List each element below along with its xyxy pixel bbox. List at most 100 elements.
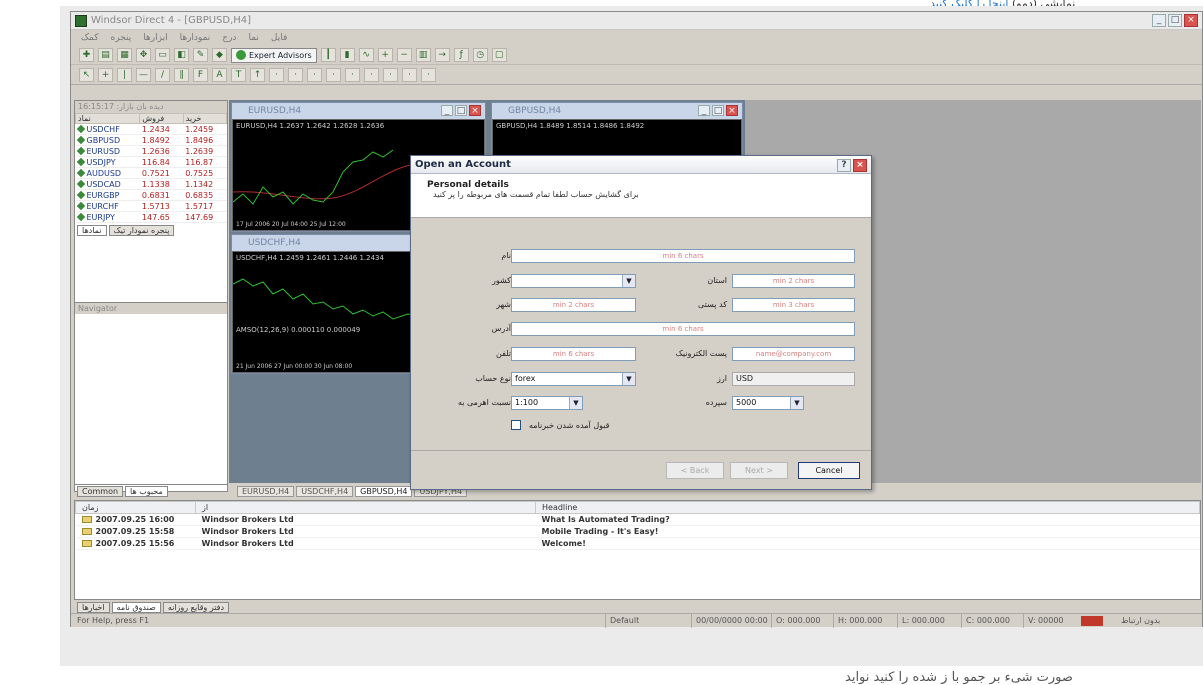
bar-chart-icon[interactable]: ┃	[320, 48, 336, 62]
table-row[interactable]: 2007.09.25 15:56 Windsor Brokers Ltd Welco…	[75, 537, 1200, 550]
crosshair-icon[interactable]: +	[98, 68, 113, 82]
tab-chart-usdchf[interactable]: USDCHF,H4	[296, 485, 354, 497]
templates-icon[interactable]: ▢	[491, 48, 507, 62]
zip-field[interactable]: min 3 chars	[732, 298, 855, 312]
mn-icon[interactable]: ·	[421, 68, 436, 82]
m1-icon[interactable]: ·	[269, 68, 284, 82]
leverage-select[interactable]: 1:100 ▼	[511, 396, 583, 410]
h1-icon[interactable]: ·	[345, 68, 360, 82]
tab-symbols[interactable]: نمادها	[77, 225, 107, 236]
table-row[interactable]: EURGBP 0.6831 0.6835	[75, 189, 227, 201]
close-icon[interactable]: ×	[726, 105, 738, 116]
indicators-icon[interactable]: ƒ	[453, 48, 469, 62]
close-icon[interactable]: ×	[853, 159, 867, 172]
minimize-icon[interactable]: _	[1152, 14, 1166, 27]
email-field[interactable]: name@company.com	[732, 347, 855, 361]
menu-window[interactable]: نما	[248, 31, 258, 45]
tester-icon[interactable]: ◧	[174, 48, 189, 62]
col-ask[interactable]: خرید	[182, 113, 228, 124]
text-tool-icon[interactable]: A	[212, 68, 227, 82]
close-icon[interactable]: ×	[1184, 14, 1198, 27]
table-row[interactable]: USDJPY 116.84 116.87	[75, 156, 227, 168]
table-row[interactable]: AUDUSD 0.7521 0.7525	[75, 167, 227, 179]
menu-insert[interactable]: ابزارها	[143, 31, 167, 45]
market-watch-icon[interactable]: ▦	[117, 48, 132, 62]
help-icon[interactable]: ?	[837, 159, 851, 172]
vertical-line-icon[interactable]: |	[117, 68, 132, 82]
phone-field[interactable]: min 6 chars	[511, 347, 636, 361]
autoscroll-icon[interactable]: →	[434, 48, 450, 62]
table-row[interactable]: 2007.09.25 16:00 Windsor Brokers Ltd What …	[75, 513, 1200, 526]
tab-chart-eurusd[interactable]: EURUSD,H4	[237, 485, 295, 497]
col-symbol[interactable]: نماد	[74, 113, 141, 124]
label-tool-icon[interactable]: T	[231, 68, 246, 82]
address-field[interactable]: min 6 chars	[511, 322, 855, 336]
back-button[interactable]: < Back	[666, 462, 724, 479]
table-row[interactable]: GBPUSD 1.8492 1.8496	[75, 134, 227, 146]
expert-advisors-button[interactable]: Expert Advisors	[231, 47, 317, 63]
trendline-icon[interactable]: /	[155, 68, 170, 82]
zoom-out-icon[interactable]: −	[396, 48, 412, 62]
tab-chart-gbpusd[interactable]: GBPUSD,H4	[355, 485, 413, 497]
minimize-icon[interactable]: _	[441, 105, 453, 116]
tab-common[interactable]: Common	[77, 486, 124, 497]
new-order-icon[interactable]: ✎	[193, 48, 208, 62]
fibonacci-icon[interactable]: F	[193, 68, 208, 82]
profiles-icon[interactable]: ▤	[98, 48, 113, 62]
table-row[interactable]: EURCHF 1.5713 1.5717	[75, 200, 227, 212]
maximize-icon[interactable]: □	[1168, 14, 1182, 27]
maximize-icon[interactable]: □	[712, 105, 724, 116]
col-bid[interactable]: فروش	[139, 113, 184, 124]
maximize-icon[interactable]: □	[455, 105, 467, 116]
d1-icon[interactable]: ·	[383, 68, 398, 82]
tab-journal[interactable]: دفتر وقایع روزانه	[162, 602, 230, 613]
arrows-icon[interactable]: ↑	[250, 68, 265, 82]
new-chart-icon[interactable]: ✚	[79, 48, 94, 62]
tile-icon[interactable]: ▥	[415, 48, 431, 62]
table-row[interactable]: 2007.09.25 15:58 Windsor Brokers Ltd Mobil…	[75, 525, 1200, 538]
col-from[interactable]: از	[195, 501, 536, 514]
h4-icon[interactable]: ·	[364, 68, 379, 82]
zoom-in-icon[interactable]: +	[377, 48, 393, 62]
country-select[interactable]: ▼	[511, 274, 636, 288]
deposit-select[interactable]: 5000 ▼	[732, 396, 804, 410]
channel-icon[interactable]: ∥	[174, 68, 189, 82]
menu-tools[interactable]: درج	[222, 31, 236, 45]
cancel-button[interactable]: Cancel	[798, 462, 860, 479]
m30-icon[interactable]: ·	[326, 68, 341, 82]
line-chart-icon[interactable]: ∿	[358, 48, 374, 62]
table-row[interactable]: EURJPY 147.65 147.69	[75, 211, 227, 223]
metaeditor-icon[interactable]: ◆	[212, 48, 227, 62]
newsletter-checkbox[interactable]	[511, 420, 521, 430]
tab-favorites[interactable]: محبوب ها	[125, 486, 168, 497]
cursor-icon[interactable]: ↖	[79, 68, 94, 82]
col-headline[interactable]: Headline	[535, 501, 1200, 514]
close-icon[interactable]: ×	[469, 105, 481, 116]
tab-mailbox[interactable]: صندوق نامه	[111, 602, 161, 613]
next-button[interactable]: Next >	[730, 462, 788, 479]
menu-view[interactable]: پنجره	[111, 31, 132, 45]
candle-chart-icon[interactable]: ▮	[339, 48, 355, 62]
city-field[interactable]: min 2 chars	[511, 298, 636, 312]
m15-icon[interactable]: ·	[307, 68, 322, 82]
table-row[interactable]: USDCHF 1.2434 1.2459	[75, 123, 227, 135]
horizontal-line-icon[interactable]: —	[136, 68, 151, 82]
col-time[interactable]: زمان	[75, 501, 196, 514]
minimize-icon[interactable]: _	[698, 105, 710, 116]
m5-icon[interactable]: ·	[288, 68, 303, 82]
status-low: L: 000.000	[897, 614, 945, 628]
navigator-icon[interactable]: ✥	[136, 48, 151, 62]
table-row[interactable]: USDCAD 1.1338 1.1342	[75, 178, 227, 190]
tab-news[interactable]: اخبارها	[77, 602, 110, 613]
w1-icon[interactable]: ·	[402, 68, 417, 82]
menu-help[interactable]: فایل	[271, 31, 287, 45]
terminal-icon[interactable]: ▭	[155, 48, 170, 62]
name-field[interactable]: min 6 chars	[511, 249, 855, 263]
menu-file[interactable]: کمک	[81, 31, 99, 45]
menu-charts[interactable]: نمودارها	[180, 31, 211, 45]
state-field[interactable]: min 2 chars	[732, 274, 855, 288]
account-type-select[interactable]: forex ▼	[511, 372, 636, 386]
periods-icon[interactable]: ◷	[472, 48, 488, 62]
tab-tick-chart[interactable]: پنجره نمودار تیک	[108, 225, 175, 236]
table-row[interactable]: EURUSD 1.2636 1.2639	[75, 145, 227, 157]
